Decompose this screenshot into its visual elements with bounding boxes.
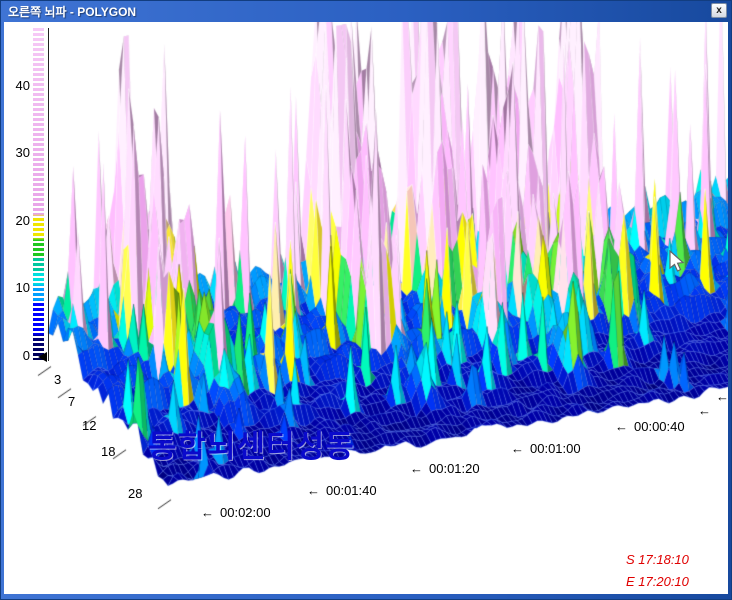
- frequency-tick-18: 18: [101, 444, 115, 459]
- amplitude-axis-line: [48, 28, 49, 361]
- frequency-tick-7: 7: [68, 394, 75, 409]
- time-label-row: ← 00:02:00: [201, 505, 271, 520]
- center-label: 통합뇌센터성동: [148, 421, 355, 466]
- titlebar[interactable]: 오른쪽 뇌파 - POLYGON x: [0, 0, 732, 22]
- time-label: 00:01:20: [429, 461, 480, 476]
- mouse-cursor-icon: [667, 250, 689, 274]
- session-start-label: S 17:18:10: [626, 552, 689, 567]
- amplitude-tick-40: 40: [4, 78, 30, 93]
- arrow-left-icon: ←: [201, 505, 214, 520]
- time-label-row: ← 00:01:00: [511, 441, 581, 456]
- frequency-tick-3: 3: [54, 372, 61, 387]
- window-title: 오른쪽 뇌파 - POLYGON: [0, 3, 136, 20]
- zero-marker-icon: [38, 352, 47, 362]
- time-label-row: ← 00:01:40: [307, 483, 377, 498]
- time-label-row: ← 00:00:40: [615, 419, 685, 434]
- close-button[interactable]: x: [711, 3, 727, 18]
- frequency-tick-12: 12: [82, 418, 96, 433]
- time-label-row: ← 00:01:20: [410, 461, 480, 476]
- waterfall-surface-canvas: [4, 22, 728, 594]
- arrow-left-icon: ←: [307, 483, 320, 498]
- time-label: 00:00:40: [634, 419, 685, 434]
- arrow-left-icon: ←: [511, 441, 524, 456]
- amplitude-tick-0: 0: [4, 348, 30, 363]
- arrow-left-icon: ←: [410, 461, 423, 476]
- time-label: 00:02:00: [220, 505, 271, 520]
- plot-area: 40 30 20 10 0 3 7 12 18 28 ← 00:02:00 ← …: [4, 22, 728, 594]
- arrow-left-icon: ←: [698, 403, 711, 418]
- close-icon: x: [716, 5, 722, 16]
- frequency-tick-28: 28: [128, 486, 142, 501]
- color-scale-bar: [33, 28, 44, 360]
- arrow-left-icon: ←: [716, 389, 728, 404]
- amplitude-tick-10: 10: [4, 280, 30, 295]
- time-label: 00:01:40: [326, 483, 377, 498]
- arrow-left-icon: ←: [615, 419, 628, 434]
- amplitude-tick-30: 30: [4, 145, 30, 160]
- session-end-label: E 17:20:10: [626, 574, 689, 589]
- time-label: 00:01:00: [530, 441, 581, 456]
- app-window: 오른쪽 뇌파 - POLYGON x 40 30 20 10 0 3 7 12 …: [0, 0, 732, 600]
- amplitude-tick-20: 20: [4, 213, 30, 228]
